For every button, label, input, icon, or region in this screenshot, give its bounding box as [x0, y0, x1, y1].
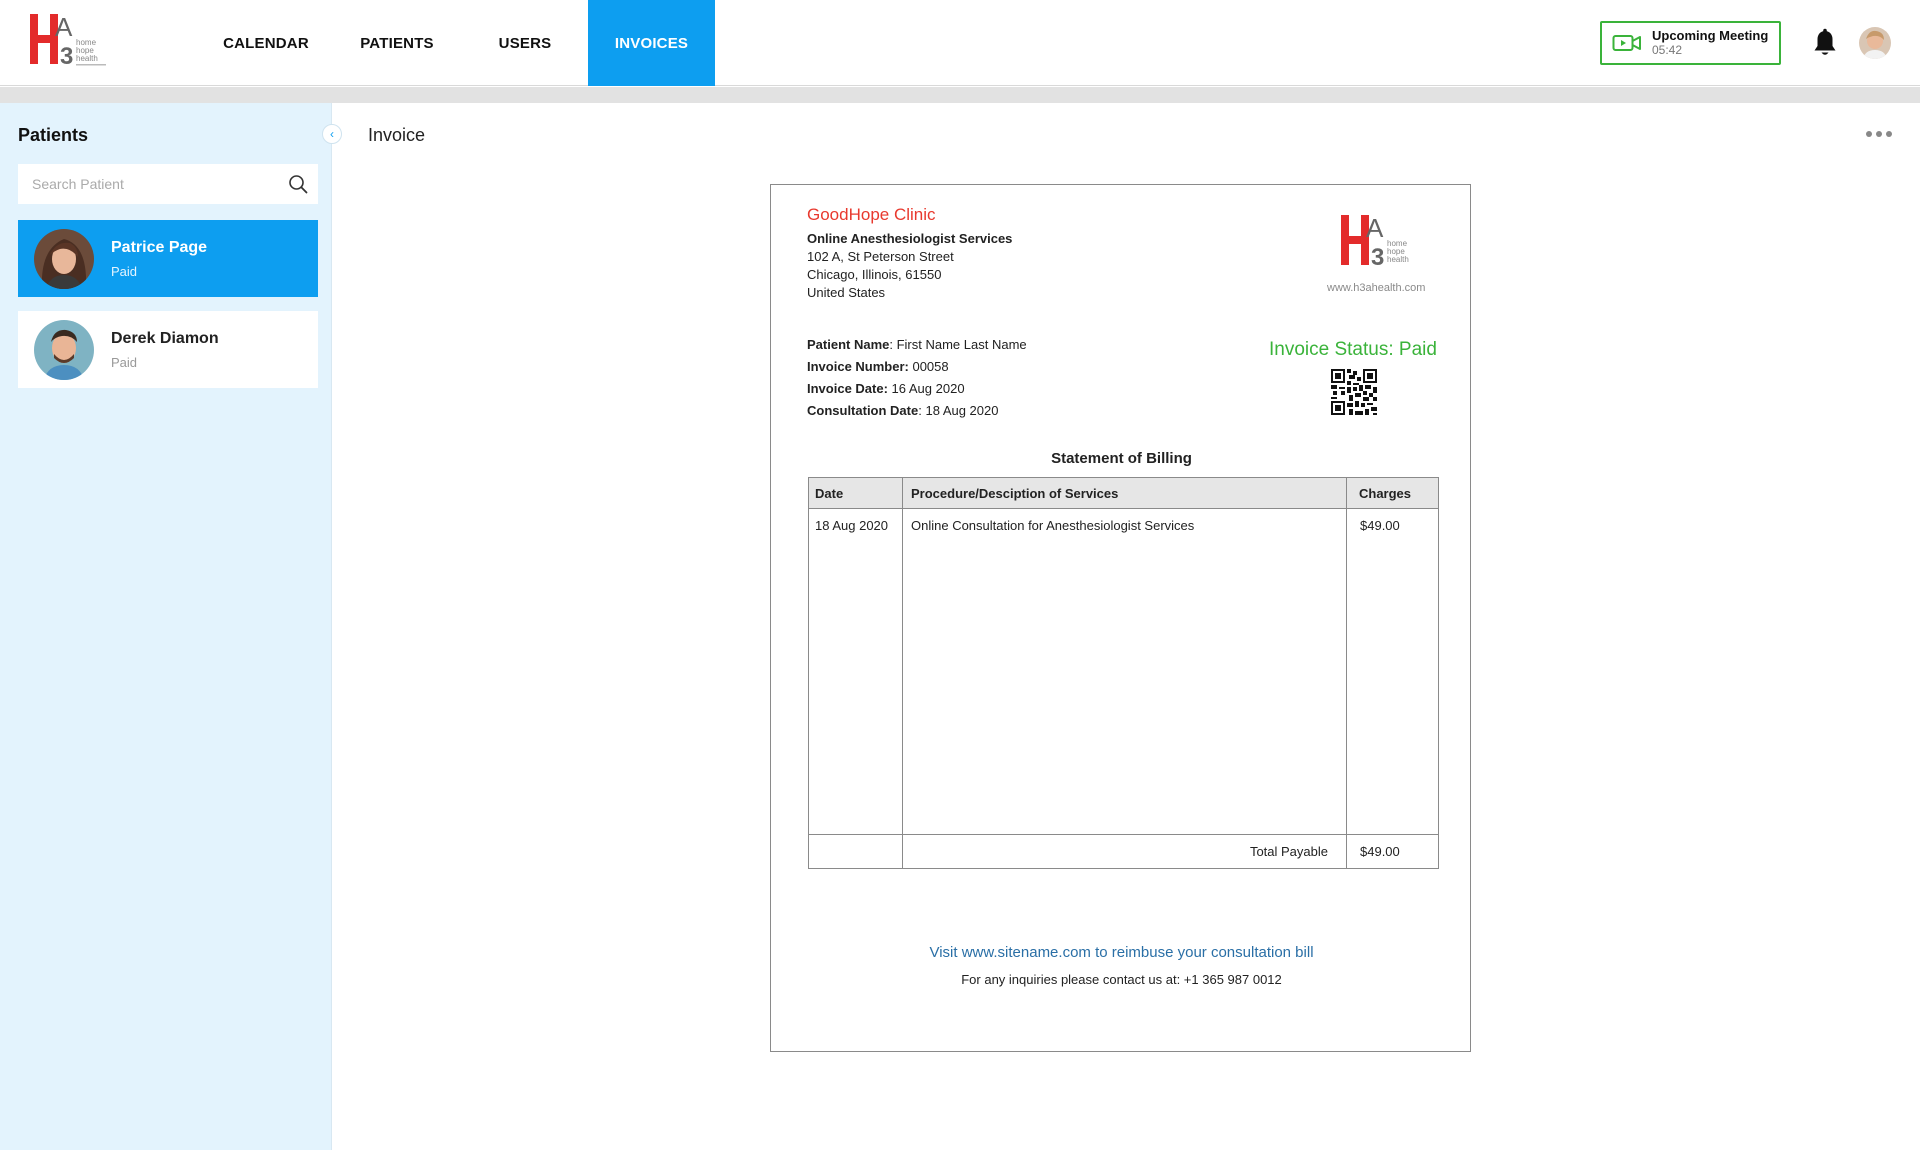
address-line: United States — [807, 285, 886, 300]
nav-patients[interactable]: PATIENTS — [332, 0, 462, 86]
nav-users[interactable]: USERS — [462, 0, 588, 86]
video-camera-icon — [1612, 35, 1641, 51]
patient-name-field: Patient Name: First Name Last Name — [807, 337, 1027, 352]
search-icon[interactable] — [288, 174, 308, 194]
clinic-website: www.h3ahealth.com — [1327, 282, 1426, 294]
invoice-document: GoodHope Clinic Online Anesthesiologist … — [770, 184, 1471, 1052]
row-date: 18 Aug 2020 — [815, 518, 889, 533]
column-divider — [1346, 478, 1347, 868]
search-input[interactable] — [18, 164, 318, 204]
nav-invoices[interactable]: INVOICES — [588, 0, 715, 86]
header-divider — [0, 87, 1920, 103]
svg-text:A: A — [55, 14, 73, 42]
page-title: Invoice — [368, 125, 426, 145]
patient-status: Paid — [111, 354, 138, 370]
header-description: Procedure/Desciption of Services — [911, 486, 1119, 501]
address-line: Chicago, Illinois, 61550 — [807, 267, 942, 282]
header-charges: Charges — [1359, 486, 1412, 501]
more-options-icon[interactable] — [1866, 127, 1896, 141]
sidebar-title: Patients — [18, 125, 89, 145]
bell-icon[interactable] — [1812, 28, 1838, 58]
svg-text:A: A — [1366, 213, 1384, 243]
total-label: Total Payable — [1249, 844, 1328, 859]
top-bar: A 3 home hope health CALENDAR PATIENTS U… — [0, 0, 1920, 86]
table-header — [809, 478, 1438, 509]
meeting-title: Upcoming Meeting — [1652, 28, 1769, 43]
patient-name: Derek Diamon — [111, 329, 219, 347]
statement-title: Statement of Billing — [1051, 450, 1192, 467]
reimburse-link[interactable]: Visit www.sitename.com to reimbuse your … — [771, 944, 1472, 961]
meeting-time: 05:42 — [1652, 43, 1683, 57]
collapse-sidebar-button[interactable]: ‹ — [322, 124, 342, 144]
upcoming-meeting-button[interactable]: Upcoming Meeting 05:42 — [1600, 21, 1781, 65]
main-nav: CALENDAR PATIENTS USERS INVOICES — [200, 0, 715, 86]
consultation-date-field: Consultation Date: 18 Aug 2020 — [807, 403, 999, 418]
svg-text:3: 3 — [1371, 244, 1384, 269]
patient-name: Patrice Page — [111, 238, 208, 256]
qr-code-icon — [1331, 369, 1377, 415]
header-date: Date — [815, 486, 844, 501]
nav-calendar[interactable]: CALENDAR — [200, 0, 332, 86]
patient-avatar — [34, 228, 94, 289]
chevron-left-icon: ‹ — [330, 127, 334, 141]
svg-text:health: health — [1387, 255, 1409, 264]
clinic-name: GoodHope Clinic — [807, 205, 936, 224]
svg-text:health: health — [76, 54, 98, 63]
billing-table: Date Procedure/Desciption of Services Ch… — [808, 477, 1439, 869]
patients-sidebar: Patients Patrice Page Paid — [0, 103, 332, 1150]
column-divider — [902, 478, 903, 868]
total-divider — [809, 834, 1438, 835]
invoice-number-field: Invoice Number: 00058 — [807, 359, 949, 374]
total-value: $49.00 — [1360, 844, 1400, 859]
patient-card[interactable]: Derek Diamon Paid — [18, 311, 318, 388]
row-description: Online Consultation for Anesthesiologist… — [911, 518, 1195, 533]
h3a-logo: A 3 home hope health — [1341, 213, 1409, 269]
svg-text:3: 3 — [60, 43, 73, 68]
h3a-logo[interactable]: A 3 home hope health — [30, 14, 125, 68]
address-line: 102 A, St Peterson Street — [807, 249, 954, 264]
contact-text: For any inquiries please contact us at: … — [961, 972, 1282, 987]
user-avatar[interactable] — [1859, 27, 1891, 59]
patient-search — [18, 164, 318, 204]
patient-status: Paid — [111, 263, 138, 279]
invoice-status: Invoice Status: Paid — [1269, 339, 1437, 360]
patient-avatar — [34, 319, 94, 380]
clinic-service: Online Anesthesiologist Services — [807, 231, 1013, 246]
patient-card[interactable]: Patrice Page Paid — [18, 220, 318, 297]
invoice-date-field: Invoice Date: 16 Aug 2020 — [807, 381, 965, 396]
row-charge: $49.00 — [1360, 518, 1400, 533]
